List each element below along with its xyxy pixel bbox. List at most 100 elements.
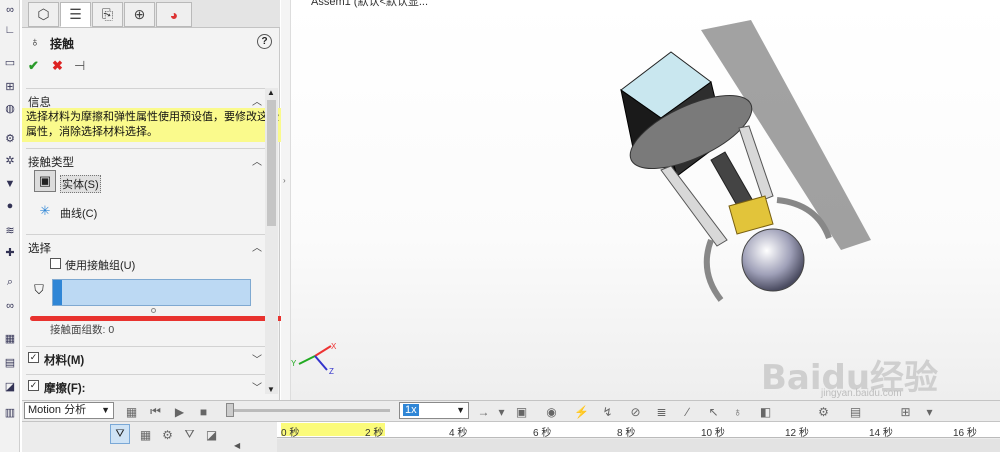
tab-property-manager[interactable]: ☰ (60, 2, 91, 27)
friction-checkbox[interactable]: ✓ (28, 380, 39, 391)
chevron-down-icon[interactable]: ﹀ (252, 351, 262, 366)
damper-tool-icon[interactable]: ≣ (654, 404, 669, 419)
contact-tool-icon[interactable]: ↖ (706, 404, 721, 419)
chevron-down-icon[interactable]: ﹀ (252, 379, 262, 394)
color-wheel-icon: ◕ (169, 6, 179, 23)
cancel-button[interactable]: ✖ (52, 58, 63, 74)
timeline-tick: 2 秒 (365, 428, 384, 439)
playback-slider-thumb[interactable] (226, 403, 234, 417)
search-icon[interactable]: ⌕ (2, 274, 18, 290)
damper-icon[interactable]: ▼ (2, 176, 18, 192)
manager-tabs: ⬡ ☰ ⎘ ⊕ ◕ (22, 0, 280, 28)
selection-header[interactable]: 选择 ︿ (26, 234, 266, 255)
feature-title-row: ♁ 接触 ? (28, 34, 274, 52)
binoculars-icon[interactable]: ∞ (2, 298, 18, 314)
x-axis-label: X (331, 342, 337, 351)
filter-icon[interactable]: ⛛ (110, 424, 130, 444)
chevron-down-icon: ▼ (101, 405, 110, 415)
arrow-right-icon[interactable]: → (476, 404, 491, 419)
help-icon[interactable]: ? (257, 34, 272, 49)
chart-icon[interactable]: ◪ (2, 378, 18, 394)
chevron-up-icon[interactable]: ︿ (252, 93, 262, 108)
contact-icon[interactable]: ✚ (2, 244, 18, 260)
watermark-url: jingyan.baidu.com (821, 388, 902, 399)
tab-configuration[interactable]: ⎘ (92, 2, 123, 27)
force-tool-icon[interactable]: ∕ (680, 404, 695, 419)
material-checkbox[interactable]: ✓ (28, 352, 39, 363)
curve-contact-icon[interactable]: ✳ (34, 200, 56, 222)
play-icon[interactable]: ▶ (172, 404, 187, 419)
material-header[interactable]: ✓ 材料(M) ﹀ (26, 346, 266, 367)
y-axis-label: Y (291, 359, 297, 368)
filter-animated-icon[interactable]: ▦ (138, 427, 153, 442)
face-selection-box[interactable] (52, 279, 251, 306)
filter-results-icon[interactable]: ◪ (204, 427, 219, 442)
friction-header[interactable]: ✓ 摩擦(F): ﹀ (26, 374, 266, 395)
friction-label: 摩擦(F): (44, 383, 86, 395)
solid-contact-icon[interactable]: ▣ (34, 170, 56, 192)
collapse-icon[interactable]: ▤ (848, 404, 863, 419)
more-dropdown-icon[interactable]: ▾ (922, 404, 937, 419)
graphics-viewport[interactable]: › Assem1 (默认<默认显... X Y Z Baidu经验 jingya… (281, 0, 1000, 400)
chevron-up-icon[interactable]: ︿ (252, 153, 262, 168)
link-icon[interactable]: ∞ (2, 2, 18, 18)
tab-display[interactable]: ◕ (156, 2, 192, 27)
timeline-track[interactable] (277, 439, 1000, 452)
tab-feature-tree[interactable]: ⬡ (28, 2, 59, 27)
calculate-icon[interactable]: ▦ (124, 404, 139, 419)
friction-section: ✓ 摩擦(F): ﹀ (26, 374, 266, 396)
play-from-start-icon[interactable]: ⏮ (148, 404, 163, 419)
graph-icon[interactable]: ▥ (2, 404, 18, 420)
timeline-tick: 16 秒 (953, 428, 977, 439)
study-properties-icon[interactable]: ⚙ (816, 404, 831, 419)
gears-icon[interactable]: ✲ (2, 152, 18, 168)
force-icon[interactable]: ● (2, 198, 18, 214)
motion-timeline: ⛛ ▦ ⚙ ⛛ ◪ 0 秒 2 秒 4 秒 6 秒 8 秒 10 秒 12 秒 … (22, 422, 1000, 452)
results-icon[interactable]: ◧ (758, 404, 773, 419)
info-message: 选择材料为摩擦和弹性属性使用预设值，要修改这些属性，消除选择材料选择。 (22, 108, 285, 142)
save-animation-icon[interactable]: ▣ (514, 404, 529, 419)
ruler-icon[interactable]: ∟ (2, 22, 18, 38)
globe-icon[interactable]: ◍ (2, 100, 18, 116)
study-type-select[interactable]: Motion 分析 ▼ (24, 402, 114, 419)
ok-button[interactable]: ✔ (28, 58, 39, 74)
timeline-tick: 12 秒 (785, 428, 809, 439)
stop-icon[interactable]: ■ (196, 404, 211, 419)
scroll-left-icon[interactable]: ◀ (234, 439, 244, 452)
scrollbar-thumb[interactable] (267, 100, 276, 226)
crosshair-icon: ⊕ (133, 6, 146, 22)
print-icon[interactable]: ▤ (2, 354, 18, 370)
use-contact-group-checkbox[interactable] (50, 258, 61, 269)
contact-type-header[interactable]: 接触类型 ︿ (26, 148, 266, 169)
material-section: ✓ 材料(M) ﹀ (26, 346, 266, 368)
spring-icon[interactable]: ≋ (2, 222, 18, 238)
info-section-header[interactable]: 信息 ︿ (26, 88, 266, 109)
panel-scrollbar[interactable]: ▲ ▼ (265, 88, 278, 394)
resize-handle[interactable] (151, 308, 156, 313)
gear-icon[interactable]: ⚙ (2, 130, 18, 146)
filter-selected-icon[interactable]: ⛛ (182, 427, 197, 442)
filter-driving-icon[interactable]: ⚙ (160, 427, 175, 442)
motor-icon[interactable]: ⚡ (574, 404, 589, 419)
table-icon[interactable]: ▦ (2, 330, 18, 346)
monitor-icon[interactable]: ▭ (2, 54, 18, 70)
gravity-icon[interactable]: ⊘ (628, 404, 643, 419)
playback-slider[interactable] (228, 409, 390, 412)
playback-speed-select[interactable]: 1x ▼ (399, 402, 469, 419)
solid-option-label[interactable]: 实体(S) (60, 175, 101, 193)
filter-tool-icon[interactable]: ⊞ (898, 404, 913, 419)
pin-button[interactable]: ⊣ (74, 58, 85, 74)
scroll-down-icon[interactable]: ▼ (267, 385, 275, 394)
spring-tool-icon[interactable]: ↯ (600, 404, 615, 419)
timeline-ruler[interactable]: 0 秒 2 秒 4 秒 6 秒 8 秒 10 秒 12 秒 14 秒 16 秒 (277, 422, 1000, 439)
curve-option-label[interactable]: 曲线(C) (60, 205, 97, 221)
gripper-model[interactable] (281, 0, 1000, 400)
dropdown-icon[interactable]: ▾ (494, 404, 509, 419)
gravity-tool-icon[interactable]: ♁ (730, 404, 745, 419)
tab-dimxpert[interactable]: ⊕ (124, 2, 155, 27)
chevron-down-icon: ▼ (456, 405, 465, 415)
camera-icon[interactable]: ◉ (544, 404, 559, 419)
scroll-up-icon[interactable]: ▲ (267, 88, 275, 97)
chevron-up-icon[interactable]: ︿ (252, 239, 262, 254)
assembly-icon[interactable]: ⊞ (2, 78, 18, 94)
